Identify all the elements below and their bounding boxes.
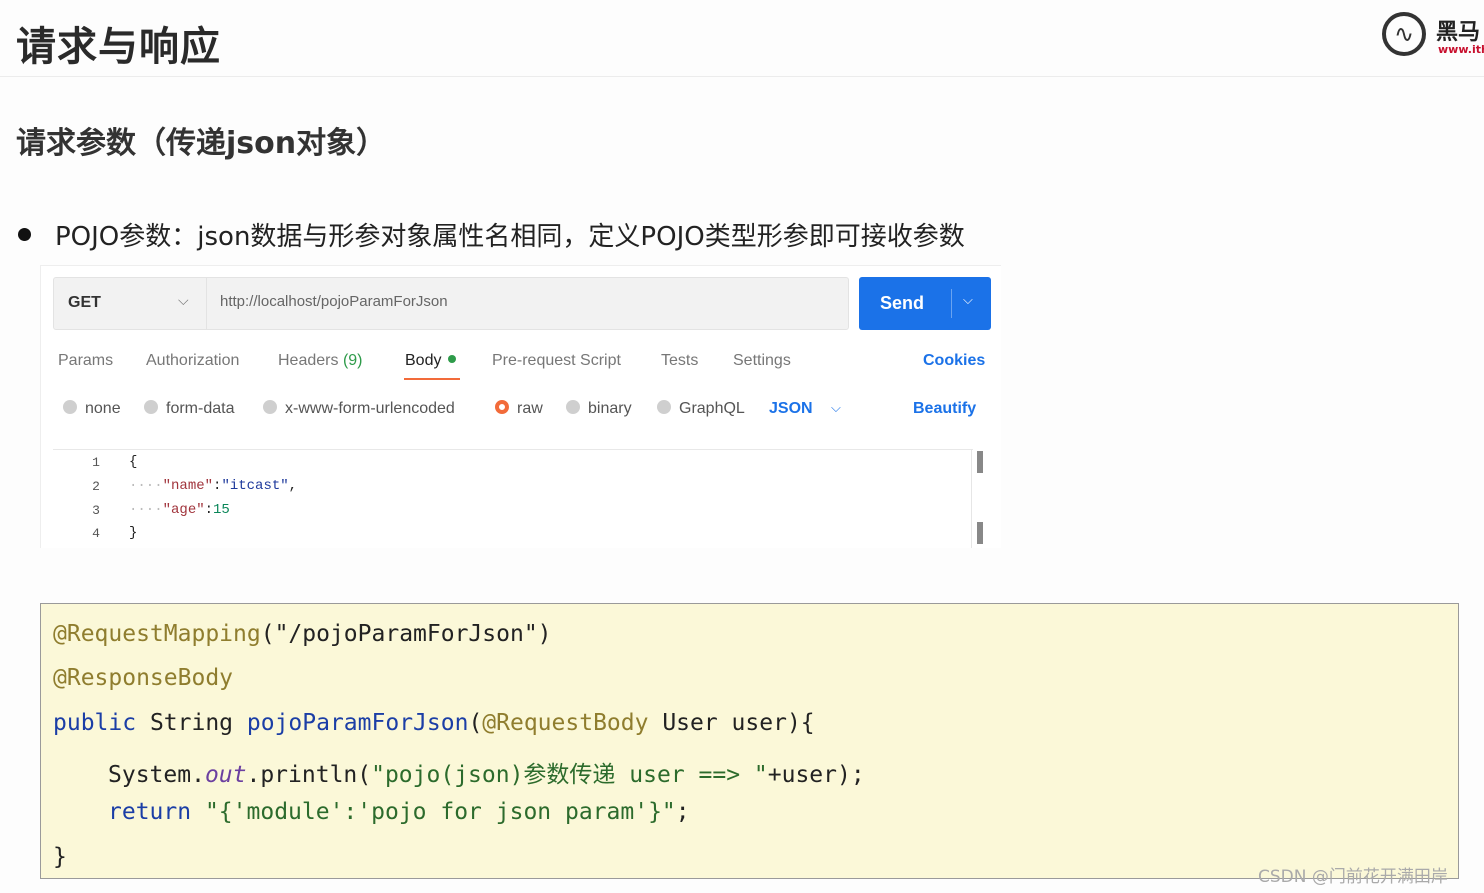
string-literal: "pojo(json)参数传递 user ==> "	[371, 762, 768, 788]
json-line-4: }	[129, 525, 138, 541]
beautify-link[interactable]: Beautify	[913, 400, 976, 418]
body-type-none[interactable]: none	[63, 399, 121, 418]
tab-params[interactable]: Params	[58, 352, 113, 370]
bullet-text: POJO参数：json数据与形参对象属性名相同，定义POJO类型形参即可接收参数	[55, 222, 965, 252]
body-type-raw[interactable]: raw	[495, 399, 543, 418]
method-label: GET	[68, 294, 101, 311]
editor-scrollbar[interactable]	[977, 451, 983, 473]
send-divider	[951, 289, 952, 318]
keyword: public	[53, 710, 137, 736]
code-line-3: public String pojoParamForJson(@RequestB…	[53, 710, 815, 736]
indent-guide: ····	[129, 478, 163, 494]
line-number: 4	[92, 526, 100, 541]
code-text: .println(	[246, 762, 372, 788]
code-line-2: @ResponseBody	[53, 665, 233, 691]
json-number: 15	[213, 502, 230, 518]
tab-authorization[interactable]: Authorization	[146, 352, 239, 370]
annotation: @ResponseBody	[53, 665, 234, 691]
method-select[interactable]: GET ⌵	[54, 278, 207, 329]
body-type-form-data[interactable]: form-data	[144, 399, 235, 418]
tab-headers-label: Headers	[278, 352, 339, 369]
radio-icon	[657, 399, 671, 414]
cookies-link[interactable]: Cookies	[923, 352, 985, 370]
bullet-dot-icon	[18, 228, 31, 241]
title-divider	[0, 76, 1484, 77]
tab-pre-request-script[interactable]: Pre-request Script	[492, 352, 621, 370]
body-type-graphql[interactable]: GraphQL	[657, 399, 745, 418]
code-line-4: System.out.println("pojo(json)参数传递 user …	[108, 755, 865, 789]
brand-logo: ∿ 黑马 www.ith	[1380, 10, 1484, 62]
radio-icon	[263, 399, 277, 414]
body-type-label: binary	[588, 400, 632, 417]
url-input[interactable]: http://localhost/pojoParamForJson	[220, 293, 448, 310]
tab-body[interactable]: Body	[405, 352, 457, 370]
send-label: Send	[880, 293, 925, 313]
static-field: out	[204, 762, 247, 788]
body-type-label: GraphQL	[679, 400, 745, 417]
body-editor[interactable]: 1 2 3 4 { ····"name":"itcast", ····"age"…	[53, 449, 973, 548]
json-line-1: {	[129, 454, 138, 470]
chevron-down-icon: ⌵	[178, 292, 189, 308]
code-line-6: }	[53, 844, 67, 870]
chevron-down-icon[interactable]: ⌵	[831, 400, 841, 416]
horse-logo-icon: ∿	[1382, 12, 1426, 56]
postman-request-panel: GET ⌵ http://localhost/pojoParamForJson …	[40, 265, 1001, 548]
line-number: 3	[92, 503, 100, 518]
code-text: ;	[675, 799, 690, 825]
body-type-label: x-www-form-urlencoded	[285, 400, 455, 417]
radio-icon	[566, 399, 580, 414]
send-button[interactable]: Send ⌵	[859, 277, 991, 330]
format-select[interactable]: JSON	[769, 400, 813, 418]
code-text: String	[136, 710, 247, 736]
line-number: 2	[92, 479, 100, 494]
method-name: pojoParamForJson	[246, 710, 469, 736]
code-text: User user){	[648, 710, 815, 736]
json-line-2: ····"name":"itcast",	[129, 478, 298, 494]
editor-scroll-track	[971, 449, 972, 548]
keyword: return	[108, 799, 192, 825]
line-number: 1	[92, 455, 100, 470]
tab-settings[interactable]: Settings	[733, 352, 791, 370]
editor-scrollbar-end[interactable]	[977, 522, 983, 544]
logo-brand-text: 黑马	[1436, 20, 1481, 45]
section-subtitle: 请求参数（传递json对象）	[16, 126, 387, 161]
string-literal: "{'module':'pojo for json param'}"	[204, 799, 676, 825]
radio-icon	[144, 399, 158, 414]
tab-active-underline	[404, 378, 460, 380]
code-text: System.	[108, 762, 205, 788]
tab-headers-count: (9)	[342, 352, 363, 369]
url-bar: GET ⌵ http://localhost/pojoParamForJson	[53, 277, 849, 330]
json-string: "itcast"	[221, 478, 289, 494]
body-type-label: raw	[517, 400, 543, 417]
code-text: +user);	[767, 762, 865, 788]
page-title: 请求与响应	[16, 24, 221, 70]
logo-url-text: www.ith	[1438, 43, 1484, 56]
code-text: ("/pojoParamForJson")	[260, 621, 552, 647]
body-type-binary[interactable]: binary	[566, 399, 632, 418]
radio-icon	[63, 399, 77, 414]
chevron-down-icon[interactable]: ⌵	[963, 292, 973, 308]
tab-body-label: Body	[405, 352, 442, 369]
json-line-3: ····"age":15	[129, 502, 230, 518]
json-key: "name"	[162, 478, 214, 494]
indent-guide: ····	[129, 502, 163, 518]
java-code-box: @RequestMapping("/pojoParamForJson") @Re…	[40, 603, 1459, 879]
bullet-point: POJO参数：json数据与形参对象属性名相同，定义POJO类型形参即可接收参数	[18, 216, 965, 253]
body-type-urlencoded[interactable]: x-www-form-urlencoded	[263, 399, 455, 418]
body-status-dot-icon	[448, 354, 457, 363]
code-line-1: @RequestMapping("/pojoParamForJson")	[53, 621, 552, 647]
body-type-label: none	[85, 400, 121, 417]
code-line-5: return "{'module':'pojo for json param'}…	[108, 799, 690, 825]
json-key: "age"	[162, 502, 205, 518]
code-text: (	[468, 710, 483, 736]
annotation: @RequestBody	[482, 710, 649, 736]
tab-headers[interactable]: Headers (9)	[278, 352, 363, 370]
body-type-label: form-data	[166, 400, 235, 417]
tab-tests[interactable]: Tests	[661, 352, 698, 370]
radio-selected-icon	[495, 399, 509, 414]
watermark: CSDN @门前花开满田岸	[1258, 867, 1448, 887]
annotation: @RequestMapping	[53, 621, 261, 647]
